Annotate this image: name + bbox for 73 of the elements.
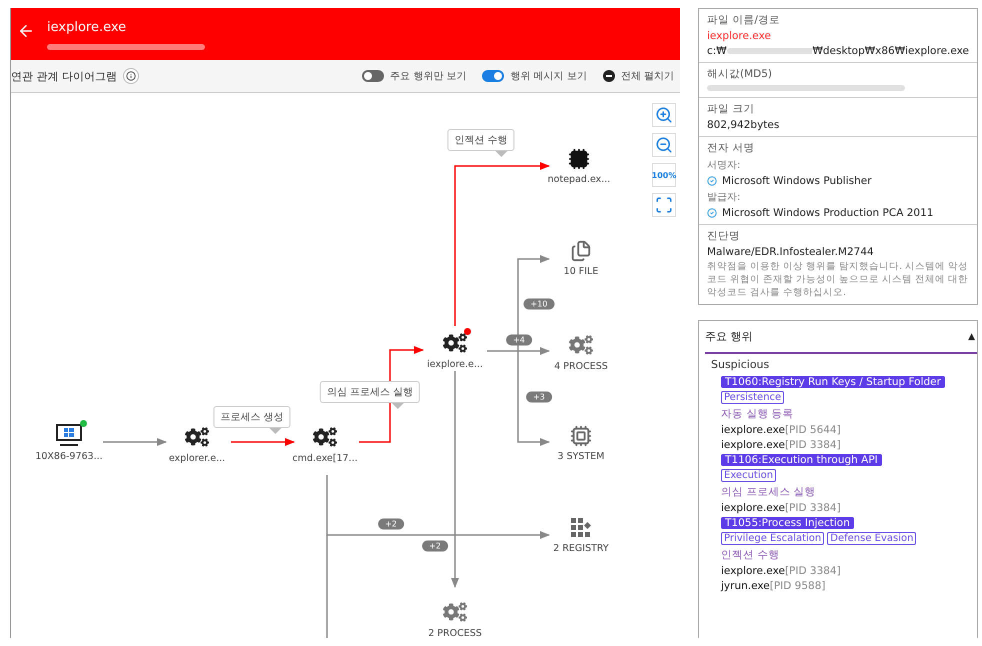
tactic-tag: Execution — [721, 469, 776, 482]
toggle-switch[interactable]: 주요 행위만 보기 — [362, 69, 466, 83]
expand-all-button[interactable]: 전체 펼치기 — [602, 69, 674, 83]
node-label[interactable]: iexplore.e... — [427, 359, 483, 370]
files-icon — [570, 240, 592, 262]
file-size: 802,942bytes — [707, 119, 780, 131]
diagnosis-description: 취약점을 이용한 이상 행위를 탐지했습니다. 시스템에 악성 코드 위협이 존재할 가능성이 높으므로 시스템 전체에 대한 악성코드 검사를 수행하십시오. — [707, 261, 969, 300]
edge-callout: 인젝션 수행 — [447, 129, 515, 157]
behavior-label: 자동 실행 등록 — [721, 407, 794, 422]
check-icon — [707, 208, 717, 218]
node-label[interactable]: 10X86-9763... — [35, 451, 103, 462]
issuer-label: 발급자: — [707, 191, 742, 204]
connector-arrow — [103, 438, 167, 446]
gears-icon — [443, 331, 467, 355]
chip-icon — [570, 425, 592, 447]
node-label[interactable]: explorer.e... — [168, 453, 226, 464]
node-label[interactable]: 3 SYSTEM — [558, 451, 604, 462]
tactic-tag: Persistence — [721, 391, 784, 404]
tactic-tag: Privilege Escalation — [721, 532, 824, 546]
registry-icon — [570, 517, 592, 539]
node-label[interactable]: 2 PROCESS — [428, 628, 482, 638]
count-badge: +2 — [378, 518, 404, 530]
technique-tag: T1055:Process Injection — [721, 517, 854, 530]
gears-icon — [443, 600, 467, 624]
edge-callout: 의심 프로세스 실행 — [320, 381, 420, 409]
section-label: 진단명 — [707, 229, 741, 243]
node-label[interactable]: notepad.ex... — [548, 174, 610, 185]
node-label[interactable]: 10 FILE — [564, 266, 598, 277]
category-label: Suspicious — [711, 358, 770, 372]
technique-tag: T1060:Registry Run Keys / Startup Folder — [721, 376, 945, 388]
file-path: ₩desktop₩x86₩iexplore.exe — [812, 45, 969, 57]
gears-icon — [185, 425, 209, 449]
count-badge: +3 — [526, 392, 552, 402]
count-badge: +4 — [506, 334, 532, 346]
gears-icon — [313, 425, 337, 449]
file-path: c:₩ — [707, 45, 727, 57]
process-entry[interactable]: iexplore.exe[PID 3384] — [721, 439, 841, 452]
behavior-label: 의심 프로세스 실행 — [721, 485, 816, 500]
zoom-out-button[interactable] — [652, 133, 676, 157]
window-title: iexplore.exe — [47, 20, 128, 35]
fit-screen-button[interactable] — [652, 193, 676, 217]
process-entry[interactable]: jyrun.exe[PID 9588] — [721, 580, 826, 592]
diagram-title: 연관 관계 다이어그램 — [11, 68, 117, 84]
section-label: 파일 이름/경로 — [707, 13, 781, 27]
computer-icon — [55, 423, 83, 447]
signer-label: 서명자: — [707, 159, 742, 172]
process-entry[interactable]: iexplore.exe[PID 3384] — [721, 502, 841, 514]
section-label: 전자 서명 — [707, 141, 756, 155]
file-name: iexplore.exe — [707, 30, 772, 42]
process-entry[interactable]: iexplore.exe[PID 3384] — [721, 565, 841, 578]
diagnosis-name: Malware/EDR.Infostealer.M2744 — [707, 246, 875, 258]
info-icon[interactable] — [123, 68, 139, 84]
count-badge: +10 — [524, 298, 554, 310]
node-label[interactable]: 2 REGISTRY — [553, 543, 609, 554]
chip-icon — [568, 148, 590, 170]
reset-zoom-button[interactable]: 100% — [652, 163, 676, 187]
count-badge: +2 — [422, 540, 448, 552]
node-label[interactable]: cmd.exe[17... — [292, 453, 358, 464]
section-label: 해시값(MD5) — [707, 67, 774, 81]
edge-callout: 프로세스 생성 — [213, 406, 291, 434]
technique-tag: T1106:Execution through API — [721, 454, 882, 466]
issuer-name: Microsoft Windows Production PCA 2011 — [722, 207, 934, 219]
behavior-label: 인젝션 수행 — [721, 548, 780, 562]
node-label[interactable]: 4 PROCESS — [554, 361, 608, 372]
section-label: 파일 크기 — [707, 102, 756, 116]
check-icon — [707, 176, 717, 186]
gears-icon — [569, 333, 593, 357]
signer-name: Microsoft Windows Publisher — [722, 175, 872, 187]
tactic-tag: Defense Evasion — [827, 532, 916, 546]
process-entry[interactable]: iexplore.exe[PID 5644] — [721, 424, 841, 436]
zoom-in-button[interactable] — [652, 103, 676, 127]
connector-arrow — [231, 438, 295, 446]
toggle-switch[interactable]: 행위 메시지 보기 — [482, 69, 587, 83]
